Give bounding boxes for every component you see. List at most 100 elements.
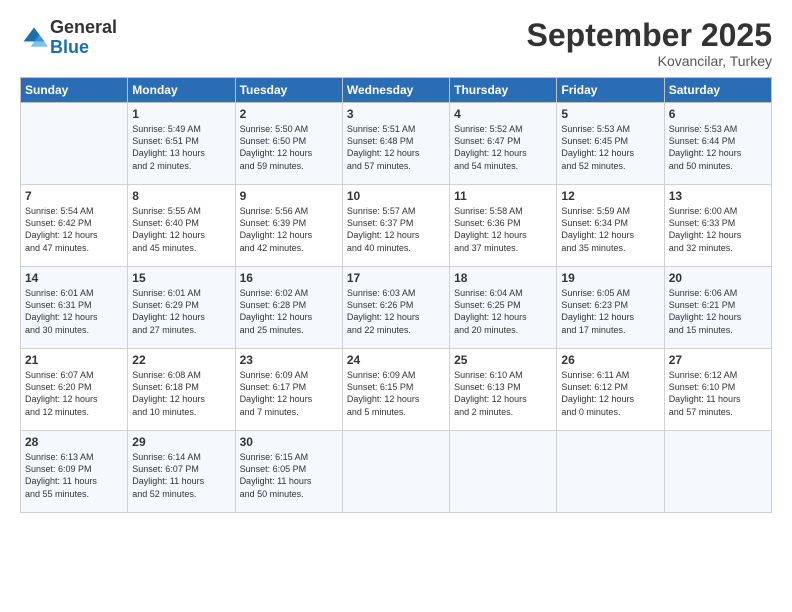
cell-3-5: 26 Sunrise: 6:11 AM Sunset: 6:12 PM Dayli… bbox=[557, 349, 664, 431]
day-info: Sunrise: 6:01 AM Sunset: 6:31 PM Dayligh… bbox=[25, 287, 123, 336]
cell-2-2: 16 Sunrise: 6:02 AM Sunset: 6:28 PM Dayli… bbox=[235, 267, 342, 349]
day-number: 3 bbox=[347, 107, 445, 121]
day-number: 19 bbox=[561, 271, 659, 285]
day-info: Sunrise: 5:54 AM Sunset: 6:42 PM Dayligh… bbox=[25, 205, 123, 254]
day-info: Sunrise: 6:01 AM Sunset: 6:29 PM Dayligh… bbox=[132, 287, 230, 336]
day-number: 4 bbox=[454, 107, 552, 121]
day-number: 11 bbox=[454, 189, 552, 203]
day-number: 1 bbox=[132, 107, 230, 121]
day-number: 18 bbox=[454, 271, 552, 285]
week-row-0: 1 Sunrise: 5:49 AM Sunset: 6:51 PM Daylig… bbox=[21, 103, 772, 185]
day-info: Sunrise: 5:55 AM Sunset: 6:40 PM Dayligh… bbox=[132, 205, 230, 254]
cell-0-3: 3 Sunrise: 5:51 AM Sunset: 6:48 PM Daylig… bbox=[342, 103, 449, 185]
month-title: September 2025 bbox=[527, 18, 772, 53]
cell-4-2: 30 Sunrise: 6:15 AM Sunset: 6:05 PM Dayli… bbox=[235, 431, 342, 513]
day-info: Sunrise: 6:15 AM Sunset: 6:05 PM Dayligh… bbox=[240, 451, 338, 500]
cell-4-1: 29 Sunrise: 6:14 AM Sunset: 6:07 PM Dayli… bbox=[128, 431, 235, 513]
day-number: 2 bbox=[240, 107, 338, 121]
day-number: 21 bbox=[25, 353, 123, 367]
day-info: Sunrise: 5:50 AM Sunset: 6:50 PM Dayligh… bbox=[240, 123, 338, 172]
day-info: Sunrise: 5:56 AM Sunset: 6:39 PM Dayligh… bbox=[240, 205, 338, 254]
day-number: 24 bbox=[347, 353, 445, 367]
subtitle: Kovancilar, Turkey bbox=[527, 53, 772, 69]
cell-1-2: 9 Sunrise: 5:56 AM Sunset: 6:39 PM Daylig… bbox=[235, 185, 342, 267]
cell-4-3 bbox=[342, 431, 449, 513]
cell-3-0: 21 Sunrise: 6:07 AM Sunset: 6:20 PM Dayli… bbox=[21, 349, 128, 431]
day-number: 28 bbox=[25, 435, 123, 449]
day-info: Sunrise: 6:05 AM Sunset: 6:23 PM Dayligh… bbox=[561, 287, 659, 336]
day-number: 15 bbox=[132, 271, 230, 285]
day-number: 7 bbox=[25, 189, 123, 203]
day-info: Sunrise: 6:10 AM Sunset: 6:13 PM Dayligh… bbox=[454, 369, 552, 418]
cell-4-4 bbox=[450, 431, 557, 513]
day-info: Sunrise: 6:09 AM Sunset: 6:17 PM Dayligh… bbox=[240, 369, 338, 418]
col-wednesday: Wednesday bbox=[342, 78, 449, 103]
day-number: 26 bbox=[561, 353, 659, 367]
day-number: 5 bbox=[561, 107, 659, 121]
logo-text: General Blue bbox=[50, 18, 117, 58]
cell-1-1: 8Sunrise: 5:55 AM Sunset: 6:40 PM Daylig… bbox=[128, 185, 235, 267]
day-number: 25 bbox=[454, 353, 552, 367]
week-row-1: 7 Sunrise: 5:54 AM Sunset: 6:42 PM Daylig… bbox=[21, 185, 772, 267]
day-info: Sunrise: 5:57 AM Sunset: 6:37 PM Dayligh… bbox=[347, 205, 445, 254]
day-info: Sunrise: 6:11 AM Sunset: 6:12 PM Dayligh… bbox=[561, 369, 659, 418]
cell-3-1: 22Sunrise: 6:08 AM Sunset: 6:18 PM Dayli… bbox=[128, 349, 235, 431]
cell-1-5: 12 Sunrise: 5:59 AM Sunset: 6:34 PM Dayli… bbox=[557, 185, 664, 267]
day-info: Sunrise: 5:53 AM Sunset: 6:44 PM Dayligh… bbox=[669, 123, 767, 172]
day-number: 27 bbox=[669, 353, 767, 367]
day-number: 29 bbox=[132, 435, 230, 449]
day-number: 9 bbox=[240, 189, 338, 203]
day-info: Sunrise: 6:09 AM Sunset: 6:15 PM Dayligh… bbox=[347, 369, 445, 418]
day-info: Sunrise: 6:00 AM Sunset: 6:33 PM Dayligh… bbox=[669, 205, 767, 254]
day-info: Sunrise: 5:58 AM Sunset: 6:36 PM Dayligh… bbox=[454, 205, 552, 254]
page: General Blue September 2025 Kovancilar, … bbox=[0, 0, 792, 612]
day-number: 30 bbox=[240, 435, 338, 449]
day-info: Sunrise: 6:07 AM Sunset: 6:20 PM Dayligh… bbox=[25, 369, 123, 418]
day-number: 17 bbox=[347, 271, 445, 285]
cell-3-3: 24 Sunrise: 6:09 AM Sunset: 6:15 PM Dayli… bbox=[342, 349, 449, 431]
header: General Blue September 2025 Kovancilar, … bbox=[20, 18, 772, 69]
day-number: 13 bbox=[669, 189, 767, 203]
day-number: 12 bbox=[561, 189, 659, 203]
day-number: 20 bbox=[669, 271, 767, 285]
day-number: 6 bbox=[669, 107, 767, 121]
logo-general: General bbox=[50, 18, 117, 38]
day-info: Sunrise: 6:06 AM Sunset: 6:21 PM Dayligh… bbox=[669, 287, 767, 336]
logo-icon bbox=[20, 24, 48, 52]
day-number: 16 bbox=[240, 271, 338, 285]
day-info: Sunrise: 6:14 AM Sunset: 6:07 PM Dayligh… bbox=[132, 451, 230, 500]
cell-2-6: 20 Sunrise: 6:06 AM Sunset: 6:21 PM Dayli… bbox=[664, 267, 771, 349]
day-info: Sunrise: 6:02 AM Sunset: 6:28 PM Dayligh… bbox=[240, 287, 338, 336]
day-number: 14 bbox=[25, 271, 123, 285]
cell-2-3: 17 Sunrise: 6:03 AM Sunset: 6:26 PM Dayli… bbox=[342, 267, 449, 349]
col-thursday: Thursday bbox=[450, 78, 557, 103]
title-block: September 2025 Kovancilar, Turkey bbox=[527, 18, 772, 69]
cell-3-4: 25 Sunrise: 6:10 AM Sunset: 6:13 PM Dayli… bbox=[450, 349, 557, 431]
day-info: Sunrise: 5:49 AM Sunset: 6:51 PM Dayligh… bbox=[132, 123, 230, 172]
day-info: Sunrise: 5:51 AM Sunset: 6:48 PM Dayligh… bbox=[347, 123, 445, 172]
day-info: Sunrise: 6:03 AM Sunset: 6:26 PM Dayligh… bbox=[347, 287, 445, 336]
week-row-3: 21 Sunrise: 6:07 AM Sunset: 6:20 PM Dayli… bbox=[21, 349, 772, 431]
day-info: Sunrise: 5:59 AM Sunset: 6:34 PM Dayligh… bbox=[561, 205, 659, 254]
cell-2-5: 19 Sunrise: 6:05 AM Sunset: 6:23 PM Dayli… bbox=[557, 267, 664, 349]
cell-1-0: 7 Sunrise: 5:54 AM Sunset: 6:42 PM Daylig… bbox=[21, 185, 128, 267]
cell-1-6: 13 Sunrise: 6:00 AM Sunset: 6:33 PM Dayli… bbox=[664, 185, 771, 267]
cell-2-4: 18Sunrise: 6:04 AM Sunset: 6:25 PM Dayli… bbox=[450, 267, 557, 349]
day-info: Sunrise: 5:52 AM Sunset: 6:47 PM Dayligh… bbox=[454, 123, 552, 172]
col-tuesday: Tuesday bbox=[235, 78, 342, 103]
day-info: Sunrise: 6:12 AM Sunset: 6:10 PM Dayligh… bbox=[669, 369, 767, 418]
cell-3-2: 23 Sunrise: 6:09 AM Sunset: 6:17 PM Dayli… bbox=[235, 349, 342, 431]
cell-2-0: 14 Sunrise: 6:01 AM Sunset: 6:31 PM Dayli… bbox=[21, 267, 128, 349]
day-number: 23 bbox=[240, 353, 338, 367]
cell-0-4: 4 Sunrise: 5:52 AM Sunset: 6:47 PM Daylig… bbox=[450, 103, 557, 185]
cell-4-6 bbox=[664, 431, 771, 513]
col-monday: Monday bbox=[128, 78, 235, 103]
cell-4-0: 28Sunrise: 6:13 AM Sunset: 6:09 PM Dayli… bbox=[21, 431, 128, 513]
cell-4-5 bbox=[557, 431, 664, 513]
col-saturday: Saturday bbox=[664, 78, 771, 103]
day-number: 22 bbox=[132, 353, 230, 367]
cell-0-5: 5 Sunrise: 5:53 AM Sunset: 6:45 PM Daylig… bbox=[557, 103, 664, 185]
calendar-table: Sunday Monday Tuesday Wednesday Thursday… bbox=[20, 77, 772, 513]
day-info: Sunrise: 5:53 AM Sunset: 6:45 PM Dayligh… bbox=[561, 123, 659, 172]
cell-0-2: 2 Sunrise: 5:50 AM Sunset: 6:50 PM Daylig… bbox=[235, 103, 342, 185]
